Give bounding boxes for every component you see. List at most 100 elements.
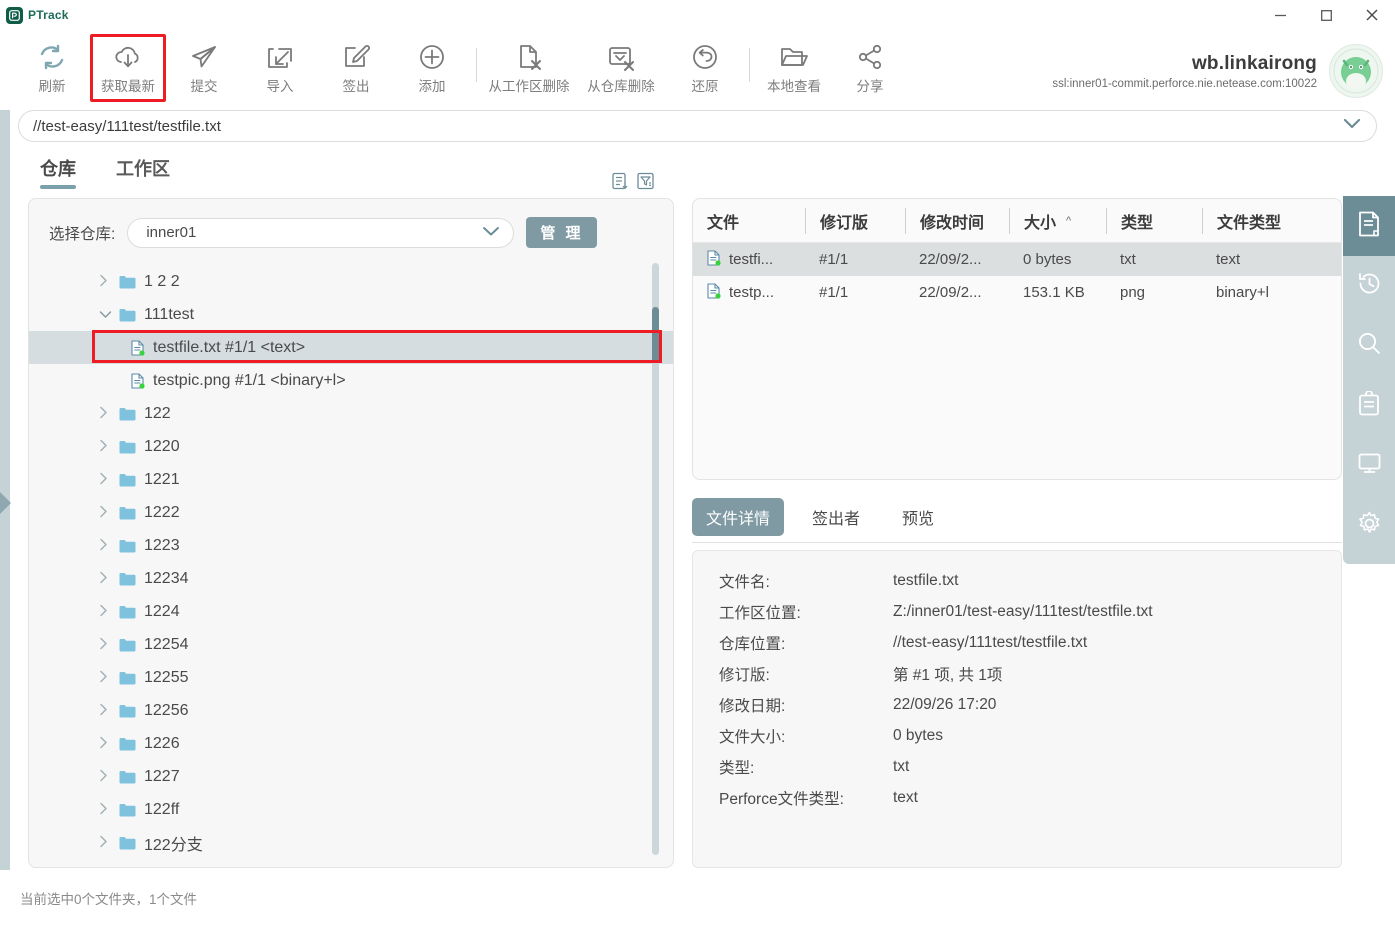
chevron-right-icon[interactable]	[99, 439, 108, 455]
chevron-right-icon[interactable]	[99, 604, 108, 620]
checkout-edit-icon	[341, 40, 371, 74]
table-row[interactable]: testfi... #1/1 22/09/2... 0 bytes txt text	[693, 243, 1341, 276]
tree-folder-node[interactable]: 1226	[29, 727, 673, 760]
toolbar-button-checkout[interactable]: 签出	[318, 34, 394, 102]
detail-row: 修订版: 第 #1 项, 共 1项	[719, 658, 1341, 689]
panel-expander-arrow-icon[interactable]	[0, 492, 11, 514]
toolbar-button-submit[interactable]: 提交	[166, 34, 242, 102]
toolbar-button-delete-from-depot[interactable]: 从仓库删除	[575, 34, 667, 102]
rail-item-clipboard[interactable]	[1343, 376, 1395, 436]
chevron-right-icon[interactable]	[99, 538, 108, 554]
chevron-right-icon[interactable]	[99, 472, 108, 488]
toolbar-button-share[interactable]: 分享	[832, 34, 908, 102]
column-header-label: 文件	[707, 214, 740, 232]
minimize-icon[interactable]	[1257, 0, 1303, 30]
manage-button[interactable]: 管 理	[526, 217, 598, 248]
tree-scrollbar-thumb[interactable]	[652, 307, 659, 363]
toolbar-label: 从仓库删除	[587, 79, 655, 94]
chevron-down-icon[interactable]	[481, 224, 501, 242]
cell-label: #1/1	[819, 284, 849, 301]
detail-tab-divider	[692, 542, 1342, 543]
chevron-right-icon[interactable]	[99, 274, 108, 290]
toolbar-button-open-local[interactable]: 本地查看	[756, 34, 832, 102]
toolbar-button-import[interactable]: 导入	[242, 34, 318, 102]
tree-folder-node[interactable]: 1 2 2	[29, 265, 673, 298]
tree-file-node[interactable]: testpic.png #1/1 <binary+l>	[29, 364, 673, 397]
chevron-down-icon[interactable]	[99, 307, 112, 322]
tab-checked-out-by[interactable]: 签出者	[798, 498, 874, 536]
repo-select-dropdown[interactable]: inner01	[127, 217, 515, 248]
rail-item-search[interactable]	[1343, 316, 1395, 376]
chevron-right-icon[interactable]	[99, 736, 108, 752]
chevron-right-icon[interactable]	[99, 670, 108, 686]
tree-folder-node[interactable]: 122	[29, 397, 673, 430]
avatar-icon[interactable]	[1329, 44, 1383, 98]
tree-folder-node[interactable]: 1223	[29, 529, 673, 562]
tree-folder-node[interactable]: 111test	[29, 298, 673, 331]
file-table-column-header[interactable]: 修改时间	[905, 207, 1009, 234]
file-table-column-header[interactable]: 文件类型	[1202, 207, 1326, 234]
rail-item-monitor[interactable]	[1343, 436, 1395, 496]
chevron-right-icon[interactable]	[99, 406, 108, 422]
tree-folder-node[interactable]: 1220	[29, 430, 673, 463]
rail-item-settings[interactable]	[1343, 496, 1395, 556]
chevron-down-icon[interactable]	[1342, 117, 1362, 135]
toolbar-divider	[476, 48, 477, 82]
sort-list-icon[interactable]	[612, 172, 629, 190]
tab-label: 仓库	[40, 159, 76, 179]
toolbar-button-delete-from-workspace[interactable]: 从工作区删除	[483, 34, 575, 102]
tree-scrollbar[interactable]	[652, 263, 659, 855]
toolbar-label: 添加	[418, 79, 446, 94]
chevron-right-icon[interactable]	[99, 802, 108, 818]
filter-icon[interactable]	[637, 172, 654, 190]
tree-folder-node[interactable]: 122ff	[29, 793, 673, 826]
detail-key: Perforce文件类型:	[719, 790, 844, 808]
tab-preview[interactable]: 预览	[888, 498, 948, 536]
tree-folder-node[interactable]: 12254	[29, 628, 673, 661]
file-table-body[interactable]: testfi... #1/1 22/09/2... 0 bytes txt text tes…	[693, 243, 1341, 309]
chevron-right-icon[interactable]	[99, 637, 108, 653]
tree-folder-node[interactable]: 1227	[29, 760, 673, 793]
toolbar-label: 本地查看	[767, 79, 821, 94]
detail-key: 修改日期:	[719, 697, 786, 715]
path-bar[interactable]: //test-easy/111test/testfile.txt	[18, 110, 1377, 142]
detail-row: Perforce文件类型: text	[719, 782, 1341, 813]
tree-folder-node[interactable]: 1222	[29, 496, 673, 529]
tree-node-label: 1226	[144, 734, 180, 752]
account-area[interactable]: wb.linkairong ssl:inner01-commit.perforc…	[1052, 34, 1395, 98]
table-row[interactable]: testp... #1/1 22/09/2... 153.1 KB png binary+…	[693, 276, 1341, 309]
toolbar-button-add[interactable]: 添加	[394, 34, 470, 102]
tab-depot[interactable]: 仓库	[40, 155, 76, 189]
chevron-right-icon[interactable]	[99, 703, 108, 719]
toolbar-button-revert[interactable]: 还原	[667, 34, 743, 102]
chevron-right-icon[interactable]	[99, 769, 108, 785]
tree-folder-node[interactable]: 1221	[29, 463, 673, 496]
chevron-right-icon[interactable]	[99, 505, 108, 521]
tree-folder-node[interactable]: 1224	[29, 595, 673, 628]
chevron-right-icon[interactable]	[99, 571, 108, 587]
rail-item-document[interactable]	[1343, 196, 1395, 256]
tab-workspace[interactable]: 工作区	[116, 155, 170, 189]
tree-file-node[interactable]: testfile.txt #1/1 <text>	[29, 331, 673, 364]
chevron-right-icon[interactable]	[99, 835, 108, 851]
tree-node-label: 111test	[144, 305, 195, 323]
tab-file-details[interactable]: 文件详情	[692, 498, 785, 536]
tree-folder-node[interactable]: 12234	[29, 562, 673, 595]
rail-item-history[interactable]	[1343, 256, 1395, 316]
detail-key: 类型:	[719, 759, 755, 777]
app-logo: PTrack	[0, 6, 69, 24]
file-table-column-header[interactable]: 类型	[1106, 207, 1202, 234]
file-table-column-header[interactable]: 文件	[693, 208, 805, 234]
close-icon[interactable]	[1349, 0, 1395, 30]
file-table-column-header[interactable]: 大小 ^	[1009, 207, 1106, 234]
maximize-icon[interactable]	[1303, 0, 1349, 30]
tree-folder-node[interactable]: 12256	[29, 694, 673, 727]
depot-tree[interactable]: 1 2 2 111test testfile.txt #1/1 <text> test…	[29, 257, 673, 867]
tree-folder-node[interactable]: 122分支	[29, 826, 673, 859]
sort-ascending-icon[interactable]: ^	[1066, 215, 1071, 227]
tree-folder-node[interactable]: 12255	[29, 661, 673, 694]
toolbar-button-get-latest[interactable]: 获取最新	[90, 34, 166, 102]
file-table-column-header[interactable]: 修订版	[805, 207, 905, 234]
cell-label: binary+l	[1216, 284, 1269, 301]
toolbar-button-refresh[interactable]: 刷新	[14, 34, 90, 102]
